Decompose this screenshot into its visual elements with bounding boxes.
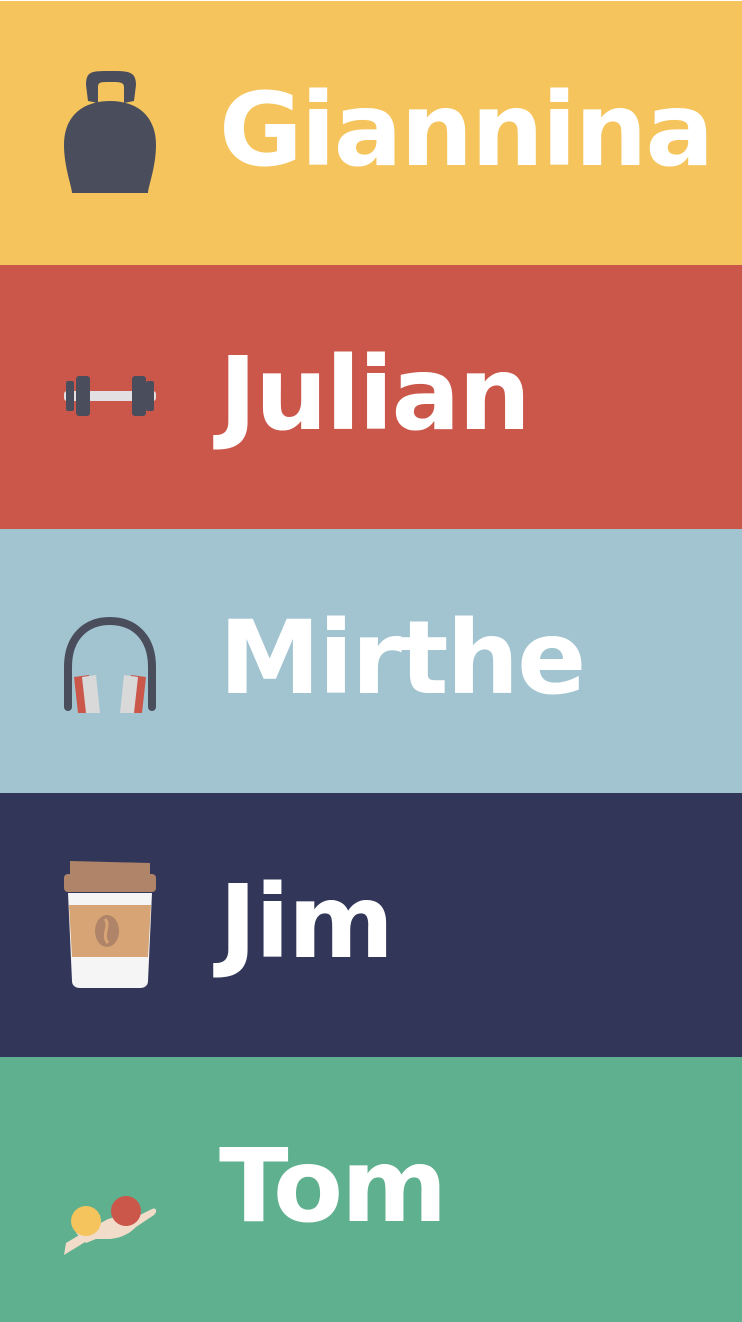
person-row-julian[interactable]: Julian [0,265,742,529]
person-name: Julian [219,335,531,454]
person-name: Tom [219,1127,447,1246]
headphones-icon [56,585,164,735]
people-list: Giannina Julian Mirthe Jim Tom [0,0,742,1322]
kettlebell-icon [56,57,164,207]
person-row-mirthe[interactable]: Mirthe [0,529,742,793]
person-row-giannina[interactable]: Giannina [0,1,742,265]
dumbbell-icon [56,321,164,471]
person-name: Giannina [219,71,714,190]
person-name: Jim [219,863,394,982]
hand-with-balls-icon [56,1113,164,1263]
coffee-cup-icon [56,849,164,999]
person-row-tom[interactable]: Tom [0,1057,742,1322]
person-name: Mirthe [219,599,586,718]
person-row-jim[interactable]: Jim [0,793,742,1057]
